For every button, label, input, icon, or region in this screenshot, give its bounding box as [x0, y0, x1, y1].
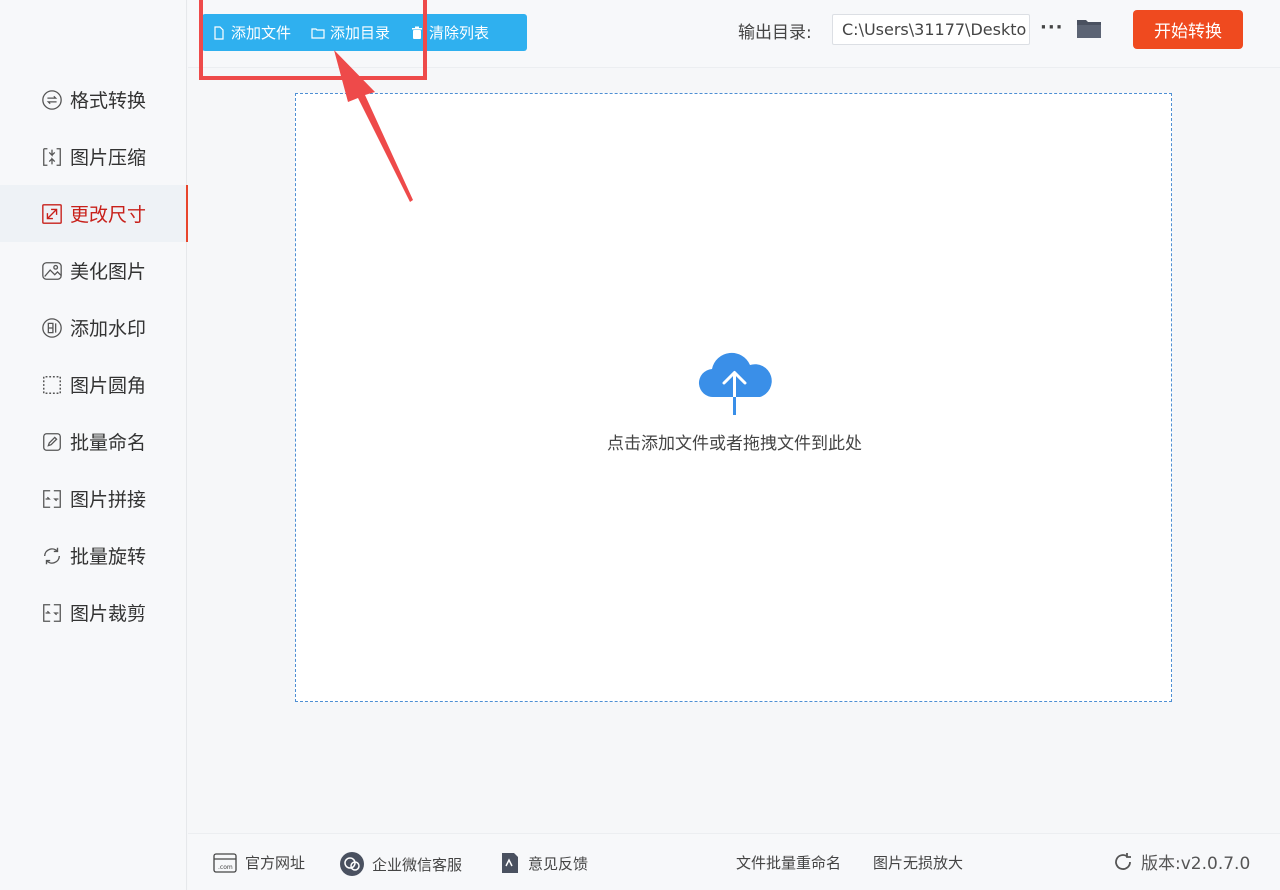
resize-icon	[40, 202, 64, 226]
sidebar-item-label: 格式转换	[70, 90, 147, 112]
sidebar-item-compress[interactable]: 图片压缩	[0, 128, 187, 185]
wechat-service-label: 企业微信客服	[372, 855, 463, 874]
output-dir-label: 输出目录:	[738, 23, 812, 43]
sidebar-item-label: 图片裁剪	[70, 603, 147, 625]
website-link[interactable]: .com 官方网址	[213, 852, 305, 873]
sidebar-item-label: 批量旋转	[70, 546, 147, 568]
clear-list-label: 清除列表	[429, 24, 490, 42]
cloud-upload-icon	[698, 352, 772, 417]
sidebar-item-label: 图片拼接	[70, 489, 147, 511]
website-icon: .com	[213, 852, 237, 873]
round-corner-icon	[40, 373, 64, 397]
sidebar-item-label: 美化图片	[70, 261, 147, 283]
sidebar-item-beautify[interactable]: 美化图片	[0, 242, 187, 299]
sidebar-item-rotate[interactable]: 批量旋转	[0, 527, 187, 584]
feedback-label: 意见反馈	[528, 854, 589, 873]
sidebar-item-format-convert[interactable]: 格式转换	[0, 71, 187, 128]
wechat-icon	[340, 852, 364, 876]
footer: .com 官方网址 企业微信客服 意见反馈 文件批量重命名 图片无损放大 版本:…	[188, 833, 1280, 890]
version-label: 版本:v2.0.7.0	[1141, 854, 1251, 874]
crop-icon	[40, 601, 64, 625]
lossless-enlarge-link[interactable]: 图片无损放大	[873, 852, 963, 873]
version-info: 版本:v2.0.7.0	[1113, 849, 1250, 874]
wechat-service-link[interactable]: 企业微信客服	[340, 852, 462, 876]
beautify-icon	[40, 259, 64, 283]
refresh-icon[interactable]	[1113, 852, 1133, 872]
sidebar-item-resize[interactable]: 更改尺寸	[0, 185, 188, 242]
sidebar-item-label: 图片压缩	[70, 147, 147, 169]
batch-rename-label: 文件批量重命名	[736, 854, 842, 872]
sidebar-item-label: 添加水印	[70, 318, 147, 340]
sidebar-item-watermark[interactable]: 添加水印	[0, 299, 187, 356]
sidebar: 格式转换 图片压缩 更改尺寸 美化图片 添加水印 图片圆角 批量命名 图片拼接 …	[0, 0, 188, 890]
sidebar-item-label: 批量命名	[70, 432, 147, 454]
batch-rename-link[interactable]: 文件批量重命名	[736, 852, 841, 873]
sidebar-item-round-corner[interactable]: 图片圆角	[0, 356, 187, 413]
lossless-enlarge-label: 图片无损放大	[873, 854, 964, 872]
annotation-arrow-icon	[334, 50, 413, 202]
feedback-icon	[502, 853, 518, 873]
more-icon[interactable]: ···	[1040, 17, 1064, 38]
rotate-icon	[40, 544, 64, 568]
feedback-link[interactable]: 意见反馈	[500, 852, 588, 874]
format-convert-icon	[40, 88, 64, 112]
start-convert-button[interactable]: 开始转换	[1133, 10, 1243, 49]
sidebar-item-label: 图片圆角	[70, 375, 147, 397]
svg-text:.com: .com	[218, 864, 233, 871]
folder-icon[interactable]	[1076, 16, 1102, 40]
sidebar-item-rename[interactable]: 批量命名	[0, 413, 187, 470]
sidebar-item-label: 更改尺寸	[70, 204, 147, 226]
website-label: 官方网址	[245, 854, 306, 872]
compress-icon	[40, 145, 64, 169]
watermark-icon	[40, 316, 64, 340]
rename-icon	[40, 430, 64, 454]
sidebar-item-crop[interactable]: 图片裁剪	[0, 584, 187, 641]
output-path-field[interactable]: C:\Users\31177\Deskto	[832, 14, 1030, 45]
stitch-icon	[40, 487, 64, 511]
drop-zone-hint: 点击添加文件或者拖拽文件到此处	[607, 434, 862, 454]
sidebar-item-stitch[interactable]: 图片拼接	[0, 470, 187, 527]
